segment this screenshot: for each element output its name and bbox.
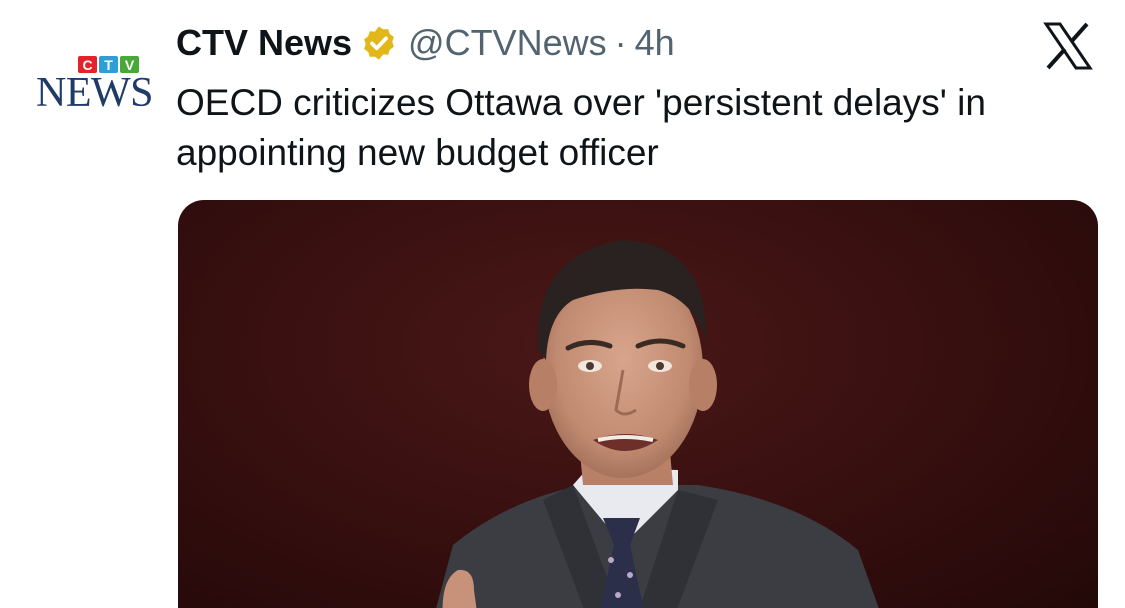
verified-badge-icon <box>364 26 394 60</box>
tweet-media-photo[interactable] <box>178 200 1098 608</box>
separator-dot: · <box>614 22 627 63</box>
tweet-header: CTV News @CTVNews · 4h <box>176 20 675 66</box>
x-logo-icon <box>1043 22 1093 70</box>
news-photo-icon <box>436 240 879 608</box>
tweet-text: OECD criticizes Ottawa over 'persistent … <box>176 82 986 173</box>
news-logo-word: NEWS <box>36 70 154 116</box>
author-handle[interactable]: @CTVNews <box>408 22 607 64</box>
display-name[interactable]: CTV News <box>176 22 352 64</box>
avatar[interactable]: C T V NEWS <box>28 50 154 120</box>
timestamp[interactable]: 4h <box>635 22 675 64</box>
